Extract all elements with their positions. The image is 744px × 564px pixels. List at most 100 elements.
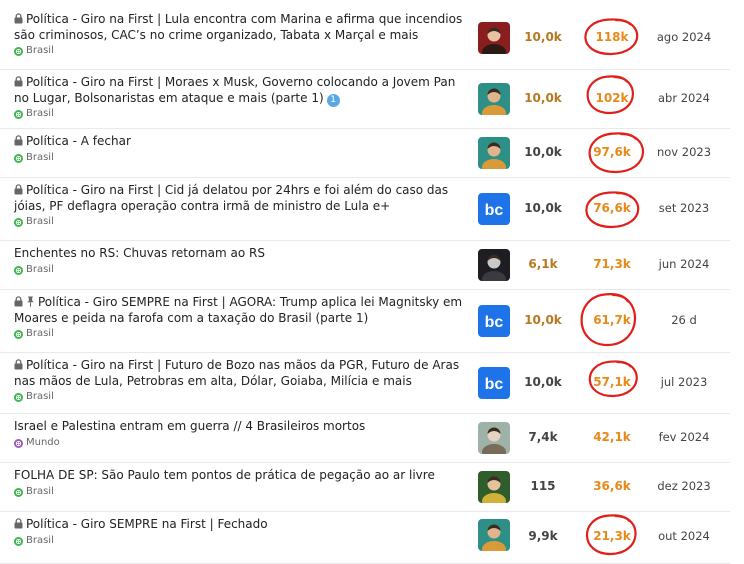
category-badge[interactable]: Brasil: [14, 216, 54, 228]
activity-date[interactable]: abr 2024: [650, 91, 718, 106]
category-icon: [14, 329, 23, 339]
category-icon: [14, 265, 23, 275]
topic-row[interactable]: Política - Giro na First | Cid já delato…: [0, 177, 730, 241]
avatar-person-green[interactable]: [478, 470, 510, 503]
topic-title-link[interactable]: Enchentes no RS: Chuvas retornam ao RS: [14, 246, 469, 261]
category-label: Brasil: [26, 264, 54, 275]
lock-icon: [14, 13, 23, 28]
category-label: Brasil: [26, 535, 54, 546]
topic-row[interactable]: Política - A fechar Brasil 10,0k 97,6k nov…: [0, 128, 730, 178]
category-badge[interactable]: Brasil: [14, 391, 54, 403]
lock-icon: [14, 359, 23, 374]
replies-count[interactable]: 10,0k: [518, 313, 568, 328]
replies-count[interactable]: 10,0k: [518, 375, 568, 390]
topic-title-link[interactable]: FOLHA DE SP: São Paulo tem pontos de prá…: [14, 468, 469, 483]
views-count: 21,3k: [593, 529, 631, 543]
category-badge[interactable]: Brasil: [14, 535, 54, 547]
topic-title[interactable]: Enchentes no RS: Chuvas retornam ao RS: [14, 246, 265, 260]
category-label: Brasil: [26, 45, 54, 56]
topic-title[interactable]: Israel e Palestina entram em guerra // 4…: [14, 419, 365, 433]
unread-count-badge[interactable]: 1: [326, 94, 340, 107]
activity-date[interactable]: nov 2023: [650, 145, 718, 160]
avatar-bc-logo[interactable]: bc: [478, 304, 510, 337]
category-icon: [14, 217, 23, 227]
topic-title[interactable]: Política - Giro SEMPRE na First | AGORA:…: [14, 295, 462, 325]
avatar-person-teal[interactable]: [478, 136, 510, 169]
replies-count[interactable]: 6,1k: [518, 257, 568, 272]
activity-date[interactable]: jun 2024: [650, 257, 718, 272]
topic-title[interactable]: Política - A fechar: [26, 134, 131, 148]
lock-icon: [14, 518, 23, 533]
topic-title[interactable]: Política - Giro na First | Lula encontra…: [14, 12, 462, 42]
replies-count[interactable]: 115: [518, 479, 568, 494]
category-label: Brasil: [26, 108, 54, 119]
replies-count[interactable]: 10,0k: [518, 91, 568, 106]
activity-date[interactable]: dez 2023: [650, 479, 718, 494]
topic-title[interactable]: FOLHA DE SP: São Paulo tem pontos de prá…: [14, 468, 435, 482]
topic-title[interactable]: Política - Giro na First | Cid já delato…: [14, 183, 448, 213]
topic-title[interactable]: Política - Giro na First | Moraes x Musk…: [14, 75, 455, 105]
avatar-person-teal[interactable]: [478, 82, 510, 115]
svg-text:bc: bc: [485, 314, 504, 331]
avatar-bc-logo[interactable]: bc: [478, 366, 510, 399]
lock-icon: [14, 184, 23, 199]
topic-row[interactable]: FOLHA DE SP: São Paulo tem pontos de prá…: [0, 462, 730, 512]
category-badge[interactable]: Brasil: [14, 328, 54, 340]
activity-date[interactable]: out 2024: [650, 529, 718, 544]
topic-title-link[interactable]: Israel e Palestina entram em guerra // 4…: [14, 419, 469, 434]
views-count: 36,6k: [593, 478, 631, 493]
activity-date[interactable]: 26 d: [650, 313, 718, 328]
avatar-bc-logo[interactable]: bc: [478, 192, 510, 225]
category-icon: [14, 153, 23, 163]
replies-count[interactable]: 9,9k: [518, 529, 568, 544]
replies-count[interactable]: 7,4k: [518, 430, 568, 445]
topic-title-link[interactable]: Política - A fechar: [14, 134, 469, 150]
category-icon: [14, 109, 23, 119]
views-count: 76,6k: [593, 200, 631, 215]
topic-title-link[interactable]: Política - Giro na First | Cid já delato…: [14, 183, 469, 214]
category-label: Brasil: [26, 152, 54, 163]
replies-count[interactable]: 10,0k: [518, 30, 568, 45]
avatar-person-light[interactable]: [478, 421, 510, 454]
category-label: Brasil: [26, 391, 54, 402]
lock-icon: [14, 296, 23, 311]
svg-text:bc: bc: [485, 202, 504, 219]
category-badge[interactable]: Brasil: [14, 486, 54, 498]
activity-date[interactable]: ago 2024: [650, 30, 718, 45]
views-count: 42,1k: [593, 429, 631, 444]
views-count: 71,3k: [593, 256, 631, 271]
category-badge[interactable]: Brasil: [14, 108, 54, 120]
avatar-person-dark[interactable]: [478, 21, 510, 54]
views-count: 61,7k: [593, 312, 631, 327]
topic-title-link[interactable]: Política - Giro na First | Lula encontra…: [14, 12, 469, 43]
topic-title-link[interactable]: Política - Giro na First | Moraes x Musk…: [14, 75, 469, 107]
replies-count[interactable]: 10,0k: [518, 201, 568, 216]
topic-row[interactable]: Política - Giro SEMPRE na First | Fechad…: [0, 511, 730, 564]
category-icon: [14, 392, 23, 402]
topic-title[interactable]: Política - Giro SEMPRE na First | Fechad…: [26, 517, 268, 531]
topic-title-link[interactable]: Política - Giro SEMPRE na First | Fechad…: [14, 517, 469, 533]
topic-title-link[interactable]: Política - Giro SEMPRE na First | AGORA:…: [14, 295, 469, 326]
activity-date[interactable]: jul 2023: [650, 375, 718, 390]
topic-row[interactable]: Política - Giro na First | Futuro de Boz…: [0, 352, 730, 414]
topic-row[interactable]: Política - Giro SEMPRE na First | AGORA:…: [0, 289, 730, 353]
topic-row[interactable]: Política - Giro na First | Lula encontra…: [0, 6, 730, 70]
category-badge[interactable]: Brasil: [14, 264, 54, 276]
avatar-person-teal[interactable]: [478, 519, 510, 551]
category-badge[interactable]: Brasil: [14, 152, 54, 164]
category-label: Brasil: [26, 216, 54, 227]
activity-date[interactable]: fev 2024: [650, 430, 718, 445]
avatar-person-gray[interactable]: [478, 248, 510, 281]
topic-row[interactable]: Política - Giro na First | Moraes x Musk…: [0, 69, 730, 129]
topic-row[interactable]: Israel e Palestina entram em guerra // 4…: [0, 413, 730, 463]
category-badge[interactable]: Brasil: [14, 45, 54, 57]
lock-icon: [14, 76, 23, 91]
views-count: 97,6k: [593, 144, 631, 159]
replies-count[interactable]: 10,0k: [518, 145, 568, 160]
category-icon: [14, 438, 23, 448]
topic-title-link[interactable]: Política - Giro na First | Futuro de Boz…: [14, 358, 469, 389]
activity-date[interactable]: set 2023: [650, 201, 718, 216]
topic-title[interactable]: Política - Giro na First | Futuro de Boz…: [14, 358, 459, 388]
category-badge[interactable]: Mundo: [14, 437, 60, 449]
topic-row[interactable]: Enchentes no RS: Chuvas retornam ao RS B…: [0, 240, 730, 290]
